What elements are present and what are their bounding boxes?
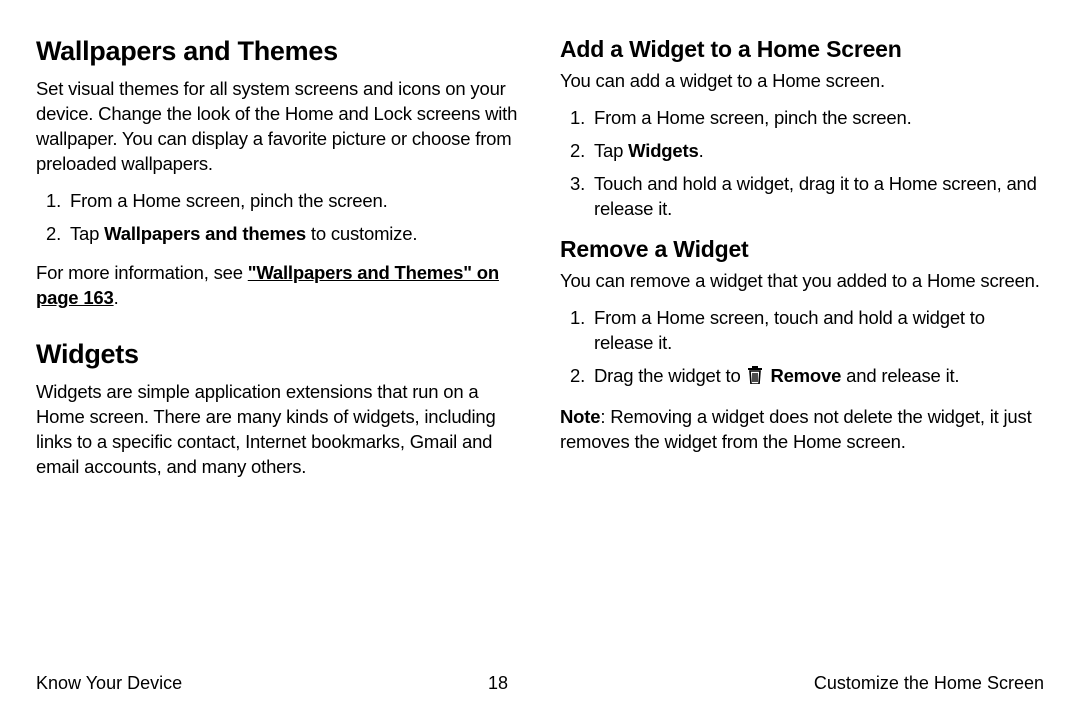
heading-add-widget: Add a Widget to a Home Screen [560, 36, 1044, 63]
remove-widget-note: Note: Removing a widget does not delete … [560, 405, 1044, 455]
add-step-2: Tap Widgets. [590, 139, 1044, 164]
left-column: Wallpapers and Themes Set visual themes … [36, 36, 520, 656]
footer-right: Customize the Home Screen [814, 673, 1044, 694]
heading-wallpapers-themes: Wallpapers and Themes [36, 36, 520, 67]
trash-icon [747, 366, 763, 391]
add-step-3: Touch and hold a widget, drag it to a Ho… [590, 172, 1044, 222]
page-number: 18 [488, 673, 508, 694]
page-footer: Know Your Device 18 Customize the Home S… [36, 673, 1044, 694]
widgets-description: Widgets are simple application extension… [36, 380, 520, 480]
right-column: Add a Widget to a Home Screen You can ad… [560, 36, 1044, 656]
add-step-1: From a Home screen, pinch the screen. [590, 106, 1044, 131]
step-1-pinch: From a Home screen, pinch the screen. [66, 189, 520, 214]
remove-widget-description: You can remove a widget that you added t… [560, 269, 1044, 294]
wallpapers-description: Set visual themes for all system screens… [36, 77, 520, 177]
heading-widgets: Widgets [36, 339, 520, 370]
add-widget-steps: From a Home screen, pinch the screen. Ta… [560, 106, 1044, 222]
remove-step-2: Drag the widget to Remove and release it… [590, 364, 1044, 391]
step-2-tap-wallpapers: Tap Wallpapers and themes to customize. [66, 222, 520, 247]
wallpapers-steps: From a Home screen, pinch the screen. Ta… [36, 189, 520, 247]
footer-left: Know Your Device [36, 673, 182, 694]
heading-remove-widget: Remove a Widget [560, 236, 1044, 263]
add-widget-description: You can add a widget to a Home screen. [560, 69, 1044, 94]
remove-widget-steps: From a Home screen, touch and hold a wid… [560, 306, 1044, 391]
wallpapers-more-info: For more information, see "Wallpapers an… [36, 261, 520, 311]
remove-step-1: From a Home screen, touch and hold a wid… [590, 306, 1044, 356]
